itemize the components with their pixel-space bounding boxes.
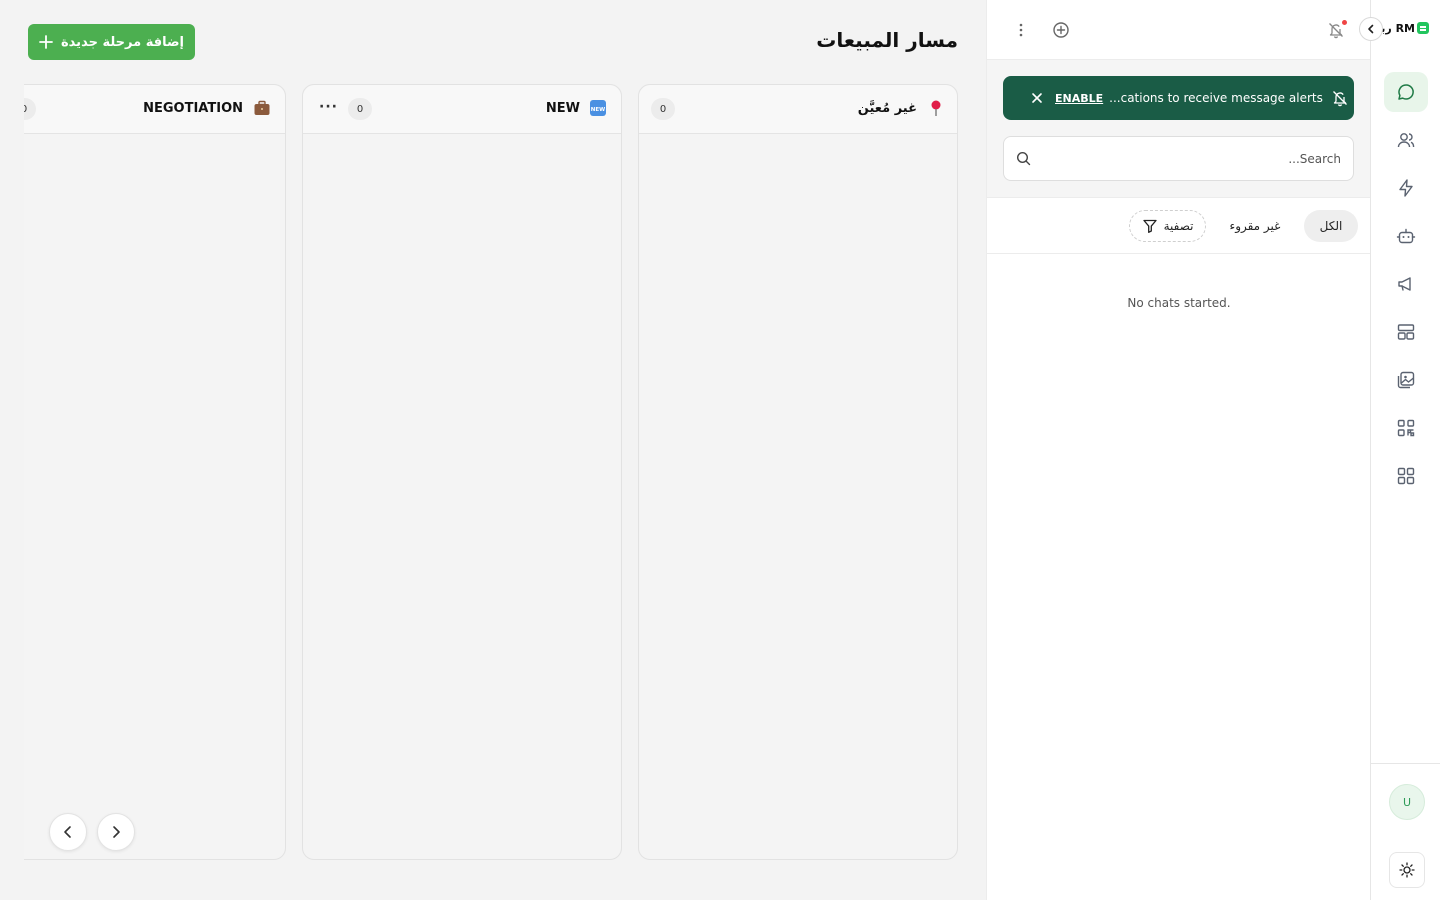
kebab-menu-icon: [1013, 22, 1029, 38]
notification-banner: ENABLE ...cations to receive message ale…: [1003, 76, 1354, 120]
theme-toggle-button[interactable]: [1389, 852, 1425, 888]
icon-rail: ربط RM U: [1370, 0, 1440, 900]
avatar[interactable]: U: [1389, 784, 1425, 820]
column-header[interactable]: غير مُعيَّن 0: [639, 85, 957, 134]
chat-toolbar: [987, 0, 1371, 60]
pipeline-board: غير مُعيَّن 0 NEW NEW 0 ··· NEGOTIATION …: [24, 84, 958, 860]
chat-header-area: ENABLE ...cations to receive message ale…: [987, 60, 1371, 197]
filter-label: تصفية: [1163, 219, 1194, 233]
pipeline-column-unassigned: غير مُعيَّن 0: [638, 84, 958, 860]
enable-notifications-link[interactable]: ENABLE: [1055, 92, 1103, 105]
column-title: NEGOTIATION: [143, 101, 243, 116]
page-title: مسار المبيعات: [816, 28, 958, 52]
bot-icon[interactable]: [1384, 216, 1428, 256]
add-stage-button[interactable]: إضافة مرحلة جديدة: [28, 24, 195, 60]
plus-circle-icon: [1052, 21, 1070, 39]
gallery-icon[interactable]: [1384, 360, 1428, 400]
empty-state-text: No chats started.: [1127, 296, 1231, 310]
tab-all[interactable]: الكل: [1304, 210, 1358, 242]
bell-off-icon: [1331, 89, 1349, 107]
scroll-right-button[interactable]: [97, 813, 135, 851]
chat-search: [1003, 136, 1354, 181]
add-stage-label: إضافة مرحلة جديدة: [61, 34, 184, 50]
column-menu-button[interactable]: ···: [319, 99, 338, 115]
column-header[interactable]: NEGOTIATION 0: [24, 85, 285, 134]
count-badge: 0: [348, 98, 372, 120]
filter-button[interactable]: تصفية: [1129, 210, 1206, 242]
banner-message: ...cations to receive message alerts: [1109, 91, 1323, 105]
notifications-button[interactable]: [1324, 18, 1348, 42]
column-header[interactable]: NEW NEW 0 ···: [303, 85, 621, 134]
logo-mark-icon: [1417, 22, 1429, 34]
rail-divider: [1371, 763, 1440, 764]
logo-text: ربط RM: [1381, 21, 1415, 35]
layout-icon[interactable]: [1384, 312, 1428, 352]
lightning-icon[interactable]: [1384, 168, 1428, 208]
column-title: NEW: [545, 101, 580, 116]
chevron-left-icon: [1366, 24, 1376, 34]
users-icon[interactable]: [1384, 120, 1428, 160]
unread-dot: [1342, 20, 1347, 25]
close-icon[interactable]: [1031, 90, 1043, 106]
apps-grid-icon[interactable]: [1384, 456, 1428, 496]
tab-unread[interactable]: غير مقروء: [1219, 210, 1291, 242]
chat-icon[interactable]: [1384, 72, 1428, 112]
sun-icon: [1399, 862, 1415, 878]
briefcase-icon: [253, 99, 271, 117]
pipeline-column-negotiation: NEGOTIATION 0: [24, 84, 286, 860]
megaphone-icon[interactable]: [1384, 264, 1428, 304]
chevron-right-icon: [109, 825, 123, 839]
new-chat-button[interactable]: [1049, 18, 1073, 42]
search-input[interactable]: [1041, 137, 1341, 180]
collapse-sidebar-button[interactable]: [1359, 17, 1383, 41]
app-logo: ربط RM: [1381, 16, 1429, 40]
svg-text:NEW: NEW: [591, 107, 605, 113]
plus-icon: [39, 35, 53, 49]
search-icon: [1016, 151, 1031, 166]
column-title: غير مُعيَّن: [857, 101, 917, 116]
more-options-button[interactable]: [1009, 18, 1033, 42]
chevron-left-icon: [61, 825, 75, 839]
pipeline-column-new: NEW NEW 0 ···: [302, 84, 622, 860]
count-badge: 0: [24, 98, 36, 120]
new-badge-icon: NEW: [589, 99, 607, 117]
filter-icon: [1142, 218, 1158, 234]
qr-code-icon[interactable]: [1384, 408, 1428, 448]
pushpin-icon: [927, 99, 945, 117]
chat-panel: ENABLE ...cations to receive message ale…: [986, 0, 1371, 900]
chat-filter-tabs: الكل غير مقروء تصفية: [987, 197, 1371, 254]
scroll-left-button[interactable]: [49, 813, 87, 851]
count-badge: 0: [651, 98, 675, 120]
